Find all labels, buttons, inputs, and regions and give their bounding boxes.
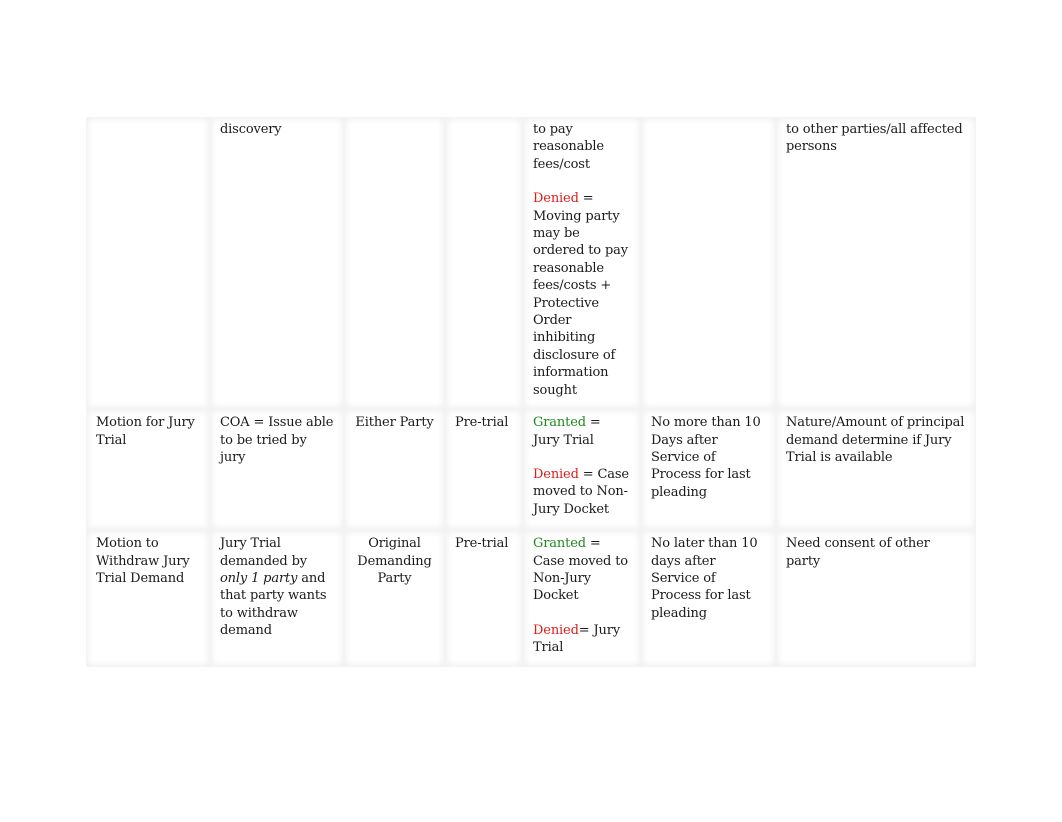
coa-text-before: Jury Trial demanded by [220,536,307,569]
notes-cell: Nature/Amount of principal demand determ… [776,409,976,531]
denied-label: Denied [533,466,579,482]
when-cell: Pre-trial [445,409,523,531]
denied-label: Denied [533,622,579,638]
notes-cell: Need consent of other party [776,530,976,667]
document-page: discovery to pay reasonable fees/cost De… [0,0,1062,822]
table-row: discovery to pay reasonable fees/cost De… [86,117,976,410]
coa-text-italic: only 1 party [220,570,298,586]
coa-cell: COA = Issue able to be tried by jury [210,409,344,531]
when-cell: Pre-trial [445,530,523,667]
deadline-cell [641,117,776,410]
coa-cell: discovery [210,117,344,410]
motions-table: discovery to pay reasonable fees/cost De… [86,117,976,667]
notes-cell: to other parties/all affected persons [776,117,976,410]
motion-cell [86,117,210,410]
denied-text: = Moving party may be ordered to pay rea… [533,191,628,398]
coa-cell: Jury Trial demanded by only 1 party and … [210,530,344,667]
deadline-cell: No later than 10 days after Service of P… [641,530,776,667]
who-cell: Either Party [344,409,445,531]
motion-cell: Motion for Jury Trial [86,409,210,531]
outcome-lead-text: to pay reasonable fees/cost [533,122,604,172]
who-cell: Original Demanding Party [344,530,445,667]
table-row: Motion for Jury Trial COA = Issue able t… [86,409,976,531]
granted-label: Granted [533,536,586,552]
who-cell [344,117,445,410]
denied-label: Denied [533,191,579,207]
outcome-cell: Granted = Case moved to Non-Jury Docket … [523,530,641,667]
table-row: Motion to Withdraw Jury Trial Demand Jur… [86,530,976,667]
motion-cell: Motion to Withdraw Jury Trial Demand [86,530,210,667]
deadline-cell: No more than 10 Days after Service of Pr… [641,409,776,531]
outcome-cell: Granted = Jury Trial Denied = Case moved… [523,409,641,531]
granted-label: Granted [533,415,586,431]
outcome-cell: to pay reasonable fees/cost Denied = Mov… [523,117,641,410]
when-cell [445,117,523,410]
